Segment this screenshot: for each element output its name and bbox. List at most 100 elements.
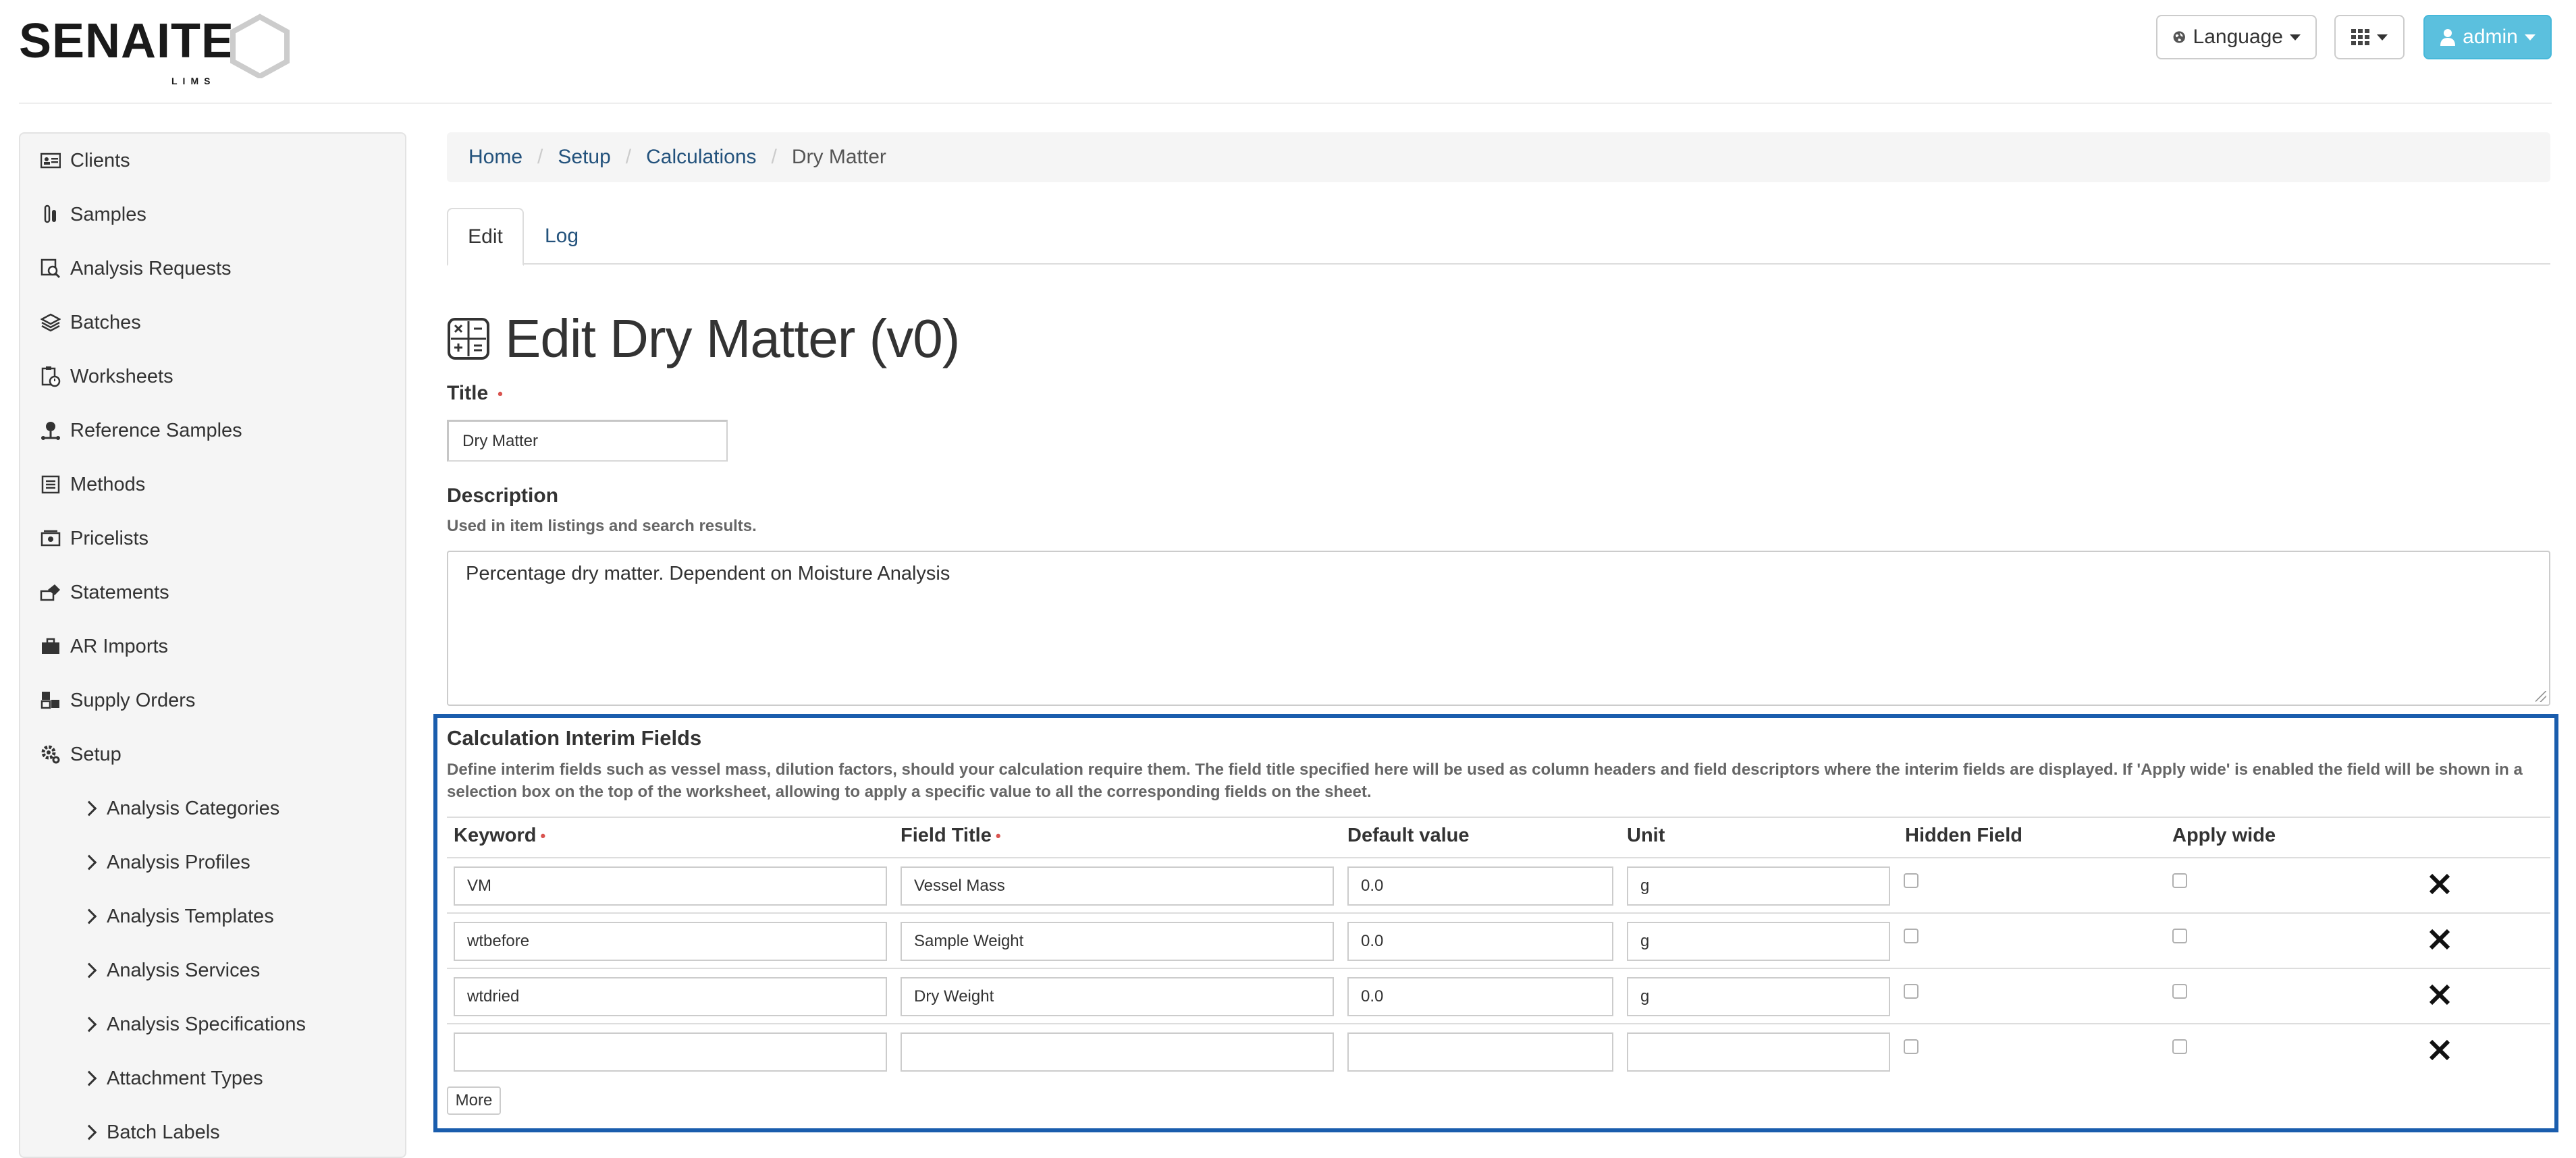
- column-header-keyword: Keyword •: [454, 825, 546, 846]
- default-value-input[interactable]: 0.0: [1347, 977, 1613, 1016]
- breadcrumb-calculations-link[interactable]: Calculations: [646, 146, 756, 169]
- description-textarea[interactable]: Percentage dry matter. Dependent on Mois…: [447, 551, 2550, 706]
- default-value-input[interactable]: 0.0: [1347, 866, 1613, 906]
- sidebar-subitem-analysis-services[interactable]: Analysis Services: [81, 950, 260, 991]
- breadcrumb: Home / Setup / Calculations / Dry Matter: [447, 132, 2550, 182]
- sidebar-item-pricelists[interactable]: Pricelists: [39, 518, 149, 559]
- apps-menu-button[interactable]: [2334, 15, 2405, 59]
- field-title-input[interactable]: [901, 1032, 1334, 1072]
- sidebar-subitem-batch-labels[interactable]: Batch Labels: [81, 1112, 220, 1153]
- default-value-input[interactable]: [1347, 1032, 1613, 1072]
- briefcase-icon: [39, 635, 62, 658]
- sidebar-subitem-analysis-specifications[interactable]: Analysis Specifications: [81, 1004, 306, 1045]
- unit-input[interactable]: g: [1627, 866, 1890, 906]
- hidden-field-checkbox[interactable]: [1904, 873, 1918, 888]
- delete-row-icon[interactable]: [2425, 1035, 2454, 1065]
- unit-input[interactable]: [1627, 1032, 1890, 1072]
- senaite-logo[interactable]: SENAITE LIMS: [19, 13, 296, 86]
- grid-icon: [2351, 29, 2369, 45]
- sample-tubes-icon: [39, 203, 62, 226]
- grid-divider: [447, 1023, 2550, 1024]
- unit-input[interactable]: g: [1627, 922, 1890, 961]
- hidden-field-checkbox[interactable]: [1904, 984, 1918, 999]
- top-bar: SENAITE LIMS Language admin: [0, 0, 2576, 105]
- apply-wide-checkbox[interactable]: [2172, 929, 2187, 943]
- description-label: Description: [447, 485, 559, 507]
- column-header-default-value: Default value: [1347, 825, 1470, 846]
- chevron-right-icon: [81, 908, 97, 925]
- tab-log[interactable]: Log: [533, 208, 590, 265]
- grid-divider: [447, 817, 2550, 818]
- caret-down-icon: [2524, 34, 2535, 40]
- tab-edit[interactable]: Edit: [447, 208, 524, 266]
- sidebar-item-analysis-requests[interactable]: Analysis Requests: [39, 248, 232, 289]
- field-title-input[interactable]: Sample Weight: [901, 922, 1334, 961]
- sidebar-item-label: Worksheets: [70, 365, 173, 387]
- sidebar-subitem-analysis-templates[interactable]: Analysis Templates: [81, 896, 274, 937]
- chevron-right-icon: [81, 1016, 97, 1032]
- description-value: Percentage dry matter. Dependent on Mois…: [466, 563, 950, 584]
- required-marker: •: [498, 385, 503, 403]
- sidebar-subitem-label: Analysis Specifications: [107, 1013, 306, 1035]
- sidebar-item-ar-imports[interactable]: AR Imports: [39, 626, 168, 667]
- sidebar-item-label: AR Imports: [70, 635, 169, 657]
- apply-wide-checkbox[interactable]: [2172, 873, 2187, 888]
- sidebar-subitem-attachment-types[interactable]: Attachment Types: [81, 1058, 263, 1099]
- delete-row-icon[interactable]: [2425, 925, 2454, 954]
- grid-divider: [447, 857, 2550, 858]
- reference-sample-icon: [39, 419, 62, 442]
- breadcrumb-current: Dry Matter: [791, 146, 886, 168]
- sidebar-item-setup[interactable]: Setup: [39, 734, 122, 775]
- breadcrumb-separator: /: [625, 146, 632, 168]
- price-icon: [39, 527, 62, 550]
- sidebar-item-label: Setup: [70, 743, 122, 765]
- sidebar-item-samples[interactable]: Samples: [39, 194, 146, 235]
- breadcrumb-setup-link[interactable]: Setup: [558, 146, 610, 169]
- sidebar-item-methods[interactable]: Methods: [39, 464, 145, 505]
- sidebar-item-clients[interactable]: Clients: [39, 140, 130, 181]
- sidebar-item-label: Batches: [70, 311, 141, 333]
- language-dropdown-button[interactable]: Language: [2156, 15, 2317, 59]
- column-header-apply-wide: Apply wide: [2172, 825, 2276, 846]
- grid-divider: [447, 912, 2550, 914]
- unit-input[interactable]: g: [1627, 977, 1890, 1016]
- default-value-input[interactable]: 0.0: [1347, 922, 1613, 961]
- breadcrumb-separator: /: [537, 146, 543, 168]
- chevron-right-icon: [81, 854, 97, 871]
- chevron-right-icon: [81, 1124, 97, 1140]
- layers-icon: [39, 311, 62, 334]
- field-title-input[interactable]: Vessel Mass: [901, 866, 1334, 906]
- page-title: Edit Dry Matter (v0): [505, 308, 960, 368]
- column-header-field-title: Field Title •: [901, 825, 1001, 846]
- apply-wide-checkbox[interactable]: [2172, 984, 2187, 999]
- interim-fields-help: Define interim fields such as vessel mas…: [447, 761, 2523, 801]
- sidebar-item-reference-samples[interactable]: Reference Samples: [39, 410, 242, 451]
- sidebar-item-worksheets[interactable]: Worksheets: [39, 356, 173, 397]
- id-card-icon: [39, 149, 62, 172]
- sidebar-subitem-analysis-categories[interactable]: Analysis Categories: [81, 788, 279, 829]
- sidebar-subitem-analysis-profiles[interactable]: Analysis Profiles: [81, 842, 250, 883]
- sidebar-item-label: Statements: [70, 581, 169, 603]
- delete-row-icon[interactable]: [2425, 980, 2454, 1010]
- keyword-input[interactable]: wtbefore: [454, 922, 887, 961]
- field-title-input[interactable]: Dry Weight: [901, 977, 1334, 1016]
- more-rows-button[interactable]: More: [447, 1086, 501, 1115]
- hidden-field-checkbox[interactable]: [1904, 929, 1918, 943]
- sidebar-item-batches[interactable]: Batches: [39, 302, 141, 343]
- keyword-input[interactable]: VM: [454, 866, 887, 906]
- hidden-field-checkbox[interactable]: [1904, 1039, 1918, 1054]
- keyword-input[interactable]: [454, 1032, 887, 1072]
- user-menu-button[interactable]: admin: [2423, 15, 2552, 59]
- sidebar-item-label: Analysis Requests: [70, 257, 232, 279]
- sidebar-item-supply-orders[interactable]: Supply Orders: [39, 680, 195, 721]
- breadcrumb-home-link[interactable]: Home: [468, 146, 522, 169]
- resize-handle[interactable]: [2535, 691, 2546, 702]
- sidebar-item-label: Supply Orders: [70, 689, 196, 711]
- title-input[interactable]: Dry Matter: [447, 420, 728, 462]
- globe-icon: [2173, 31, 2185, 43]
- keyword-input[interactable]: wtdried: [454, 977, 887, 1016]
- delete-row-icon[interactable]: [2425, 869, 2454, 899]
- sidebar-item-statements[interactable]: Statements: [39, 572, 169, 613]
- apply-wide-checkbox[interactable]: [2172, 1039, 2187, 1054]
- clipboard-clock-icon: [39, 365, 62, 388]
